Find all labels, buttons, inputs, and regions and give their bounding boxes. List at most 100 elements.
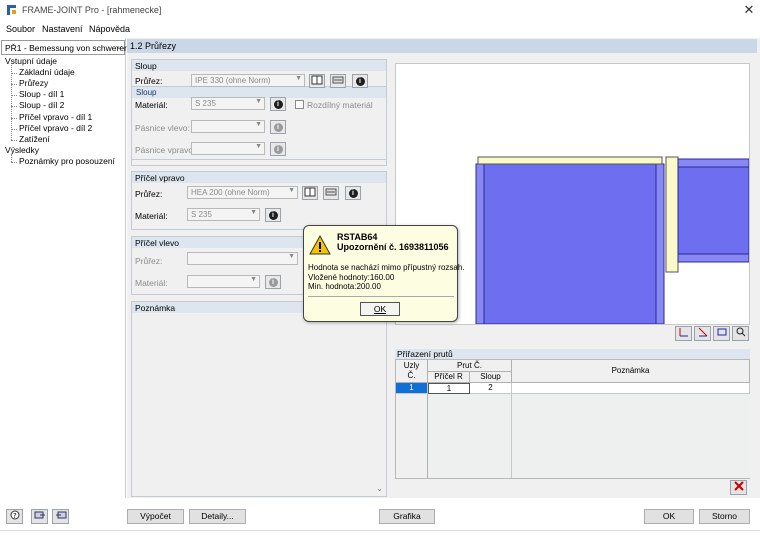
detaily-button[interactable]: Detaily... bbox=[189, 509, 246, 524]
dialog-ok-button[interactable]: OK bbox=[360, 302, 400, 316]
prirazeni-title: Přiřazení prutů bbox=[397, 349, 453, 359]
help-icon: ? bbox=[10, 510, 19, 520]
tree-connector bbox=[11, 65, 12, 140]
empty-rows-area bbox=[428, 394, 512, 478]
menu-napoveda[interactable]: Nápověda bbox=[89, 24, 130, 34]
tree-item[interactable]: Příčel vpravo - díl 2 bbox=[19, 123, 92, 133]
pricel-vlevo-title: Příčel vlevo bbox=[135, 238, 179, 248]
tree-item[interactable]: Poznámky pro posouzení bbox=[19, 156, 115, 166]
storno-button[interactable]: Storno bbox=[699, 509, 750, 524]
info-icon: i bbox=[268, 211, 278, 220]
col-poznamka-header: Poznámka bbox=[512, 360, 750, 383]
delete-x-icon bbox=[733, 481, 744, 491]
chevron-down-icon: ▼ bbox=[250, 276, 257, 283]
pricel-vpravo-title: Příčel vpravo bbox=[135, 173, 185, 183]
section-header: 1.2 Průřezy bbox=[127, 39, 757, 53]
dialog-divider bbox=[308, 296, 454, 297]
tree-connector bbox=[11, 139, 17, 141]
group-pricel-vpravo-header: Příčel vpravo bbox=[132, 172, 386, 183]
menu-bar: Soubor Nastavení Nápověda bbox=[0, 20, 760, 38]
export-button[interactable] bbox=[52, 509, 69, 524]
pricel-vpravo-prurez-value: HEA 200 (ohne Norm) bbox=[191, 188, 270, 197]
assignment-table: Uzly Č. Prut Č. Příčel R Sloup Poznámka 1… bbox=[395, 359, 750, 479]
tree-item[interactable]: Zatížení bbox=[19, 134, 50, 144]
row-pricel-r-cell[interactable]: 1 bbox=[428, 383, 470, 394]
load-case-value: PŘ1 - Bemessung von schwerer bbox=[5, 43, 127, 53]
info-button[interactable]: i bbox=[265, 275, 281, 289]
chevron-down-icon: ▼ bbox=[288, 187, 295, 194]
row-header-empty bbox=[396, 394, 428, 478]
grafika-button[interactable]: Grafika bbox=[379, 509, 435, 524]
view-button-3[interactable] bbox=[713, 326, 730, 341]
poznamka-textarea[interactable]: ⌄ bbox=[133, 314, 385, 495]
info-icon: i bbox=[348, 189, 358, 198]
pricel-vlevo-prurez-label: Průřez: bbox=[135, 256, 163, 266]
status-bar bbox=[0, 530, 760, 546]
col-sloup-header: Sloup bbox=[470, 372, 512, 383]
row-uzly-cell[interactable]: 1 bbox=[396, 383, 428, 394]
empty-rows-area-2 bbox=[512, 394, 750, 478]
dialog-line-3: Min. hodnota:200.00 bbox=[308, 282, 381, 291]
group-sloup-titlebar: Sloup bbox=[132, 60, 386, 71]
ok-button[interactable]: OK bbox=[644, 509, 694, 524]
dialog-source: RSTAB64 bbox=[337, 232, 378, 242]
pricel-vpravo-material-label: Materiál: bbox=[135, 211, 168, 221]
col-prut-header: Prut Č. bbox=[428, 360, 512, 372]
import-button[interactable] bbox=[31, 509, 48, 524]
tree-item[interactable]: Příčel vpravo - díl 1 bbox=[19, 112, 92, 122]
scroll-down-icon[interactable]: ⌄ bbox=[376, 484, 383, 493]
uzly-sub-label: Č. bbox=[407, 371, 416, 380]
dialog-heading: Upozornění č. 1693811056 bbox=[337, 242, 449, 252]
row-poznamka-cell[interactable] bbox=[512, 383, 750, 394]
pricel-vlevo-prurez-select[interactable]: ▼ bbox=[187, 252, 298, 265]
section-edit-icon bbox=[325, 188, 337, 196]
view-axis-alt-icon bbox=[698, 327, 707, 337]
window-title: FRAME-JOINT Pro - [rahmenecke] bbox=[22, 5, 162, 15]
app-icon bbox=[7, 5, 16, 15]
col-uzly-header: Uzly Č. bbox=[396, 360, 428, 383]
iso-view-icon bbox=[717, 328, 726, 336]
uzly-label: Uzly bbox=[403, 361, 420, 370]
section-edit-button[interactable] bbox=[323, 186, 339, 200]
section-title: 1.2 Průřezy bbox=[130, 41, 177, 51]
svg-text:?: ? bbox=[13, 512, 17, 520]
view-button-1[interactable] bbox=[675, 326, 692, 341]
menu-soubor[interactable]: Soubor bbox=[6, 24, 35, 34]
col-pricel-r-header: Příčel R bbox=[428, 372, 470, 383]
pricel-vlevo-material-select[interactable]: ▼ bbox=[187, 275, 260, 288]
tree-item[interactable]: Sloup - díl 1 bbox=[19, 89, 64, 99]
close-icon[interactable]: ✕ bbox=[741, 2, 757, 18]
pricel-vlevo-material-label: Materiál: bbox=[135, 278, 168, 288]
view-button-2[interactable] bbox=[694, 326, 711, 341]
zoom-button[interactable] bbox=[732, 326, 749, 341]
menu-nastaveni[interactable]: Nastavení bbox=[42, 24, 83, 34]
tree-item[interactable]: Sloup - díl 2 bbox=[19, 100, 64, 110]
library-button[interactable] bbox=[302, 186, 318, 200]
prirazeni-header: Přiřazení prutů bbox=[395, 349, 750, 359]
info-button[interactable]: i bbox=[265, 208, 281, 222]
title-bar: FRAME-JOINT Pro - [rahmenecke] ✕ bbox=[0, 0, 760, 20]
load-case-select[interactable]: PŘ1 - Bemessung von schwerer ⌵ bbox=[1, 40, 127, 55]
pricel-vpravo-prurez-label: Průřez: bbox=[135, 189, 163, 199]
view-axis-icon bbox=[679, 328, 688, 337]
tree-item[interactable]: Základní údaje bbox=[19, 67, 75, 77]
dialog-line-2: Vložené hodnoty:160.00 bbox=[308, 273, 395, 282]
chevron-down-icon: ⌵ bbox=[115, 42, 122, 51]
book-icon bbox=[304, 187, 316, 197]
chevron-down-icon: ▼ bbox=[250, 209, 257, 216]
pricel-vpravo-material-select[interactable]: S 235 ▼ bbox=[187, 208, 260, 221]
warning-icon bbox=[309, 235, 331, 255]
poznamka-title: Poznámka bbox=[135, 303, 176, 313]
vypocet-button[interactable]: Výpočet bbox=[127, 509, 184, 524]
pricel-vpravo-prurez-select[interactable]: HEA 200 (ohne Norm) ▼ bbox=[187, 186, 298, 199]
help-button[interactable]: ? bbox=[6, 509, 23, 524]
group-sloup-frame bbox=[131, 59, 387, 166]
zoom-icon bbox=[736, 327, 745, 337]
tree-item[interactable]: Průřezy bbox=[19, 78, 48, 88]
delete-button[interactable] bbox=[730, 480, 747, 495]
row-sloup-cell[interactable]: 2 bbox=[470, 383, 512, 394]
pricel-vpravo-material-value: S 235 bbox=[191, 210, 212, 219]
tree-item[interactable]: Vstupní údaje bbox=[5, 56, 57, 66]
tree-connector bbox=[11, 153, 12, 162]
info-button[interactable]: i bbox=[345, 186, 361, 200]
